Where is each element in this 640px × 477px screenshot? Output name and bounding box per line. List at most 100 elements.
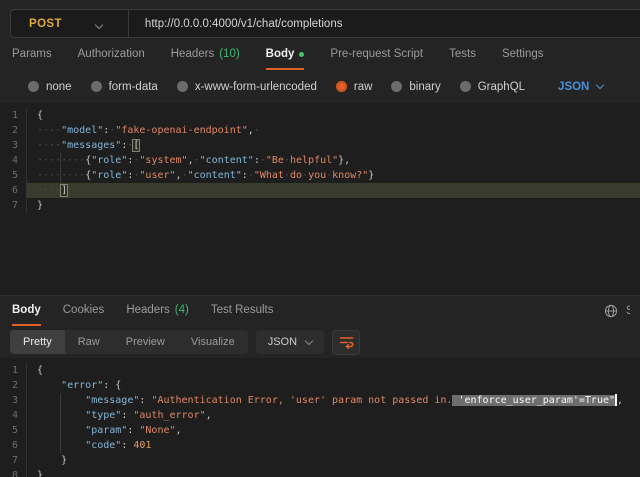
code-token: "What·do·you·know?" <box>254 170 368 181</box>
body-type-label: form-data <box>109 81 158 93</box>
body-type-binary[interactable]: binary <box>391 81 440 93</box>
indent-guide: ···· <box>37 183 61 198</box>
request-tab-settings[interactable]: Settings <box>502 40 544 70</box>
code-token: } <box>368 170 374 181</box>
code-token: "message" <box>85 395 139 406</box>
code-line[interactable]: 3····"messages":·[ <box>0 138 640 153</box>
code-token: "role" <box>91 155 127 166</box>
code-token: ,· <box>248 125 260 136</box>
request-tab-body[interactable]: Body <box>266 40 305 70</box>
body-type-raw[interactable]: raw <box>336 81 373 93</box>
request-body-editor[interactable]: 1{2····"model":·"fake-openai-endpoint",·… <box>0 103 640 295</box>
request-tab-pre-request-script[interactable]: Pre-request Script <box>330 40 423 70</box>
code-line[interactable]: 2 "error": { <box>0 378 640 393</box>
indent-guide <box>37 378 61 393</box>
line-content: ····"model":·"fake-openai-endpoint",· <box>27 123 640 138</box>
response-view-pretty[interactable]: Pretty <box>10 330 65 354</box>
code-token: :· <box>254 155 266 166</box>
code-token: ,· <box>176 170 188 181</box>
code-line[interactable]: 2····"model":·"fake-openai-endpoint",· <box>0 123 640 138</box>
code-token: "role" <box>91 170 127 181</box>
request-tab-headers[interactable]: Headers (10) <box>171 40 240 70</box>
line-number: 1 <box>0 108 27 123</box>
globe-icon[interactable] <box>604 304 618 318</box>
code-token: "system" <box>139 155 187 166</box>
radio-icon <box>391 81 402 92</box>
body-type-label: raw <box>354 81 373 93</box>
raw-language-dropdown[interactable]: JSON <box>558 81 603 93</box>
response-toolbar: PrettyRawPreviewVisualize JSON <box>0 326 640 358</box>
line-content: ····"messages":·[ <box>27 138 640 153</box>
method-selector[interactable]: POST <box>11 18 62 30</box>
indent-guide <box>60 408 85 423</box>
indent-guide <box>60 393 85 408</box>
code-line[interactable]: 1{ <box>0 108 640 123</box>
body-type-graphql[interactable]: GraphQL <box>460 81 525 93</box>
response-tab-count-badge: (4) <box>175 304 189 316</box>
response-language-dropdown[interactable]: JSON <box>256 330 324 354</box>
indent-guide <box>60 423 85 438</box>
code-line[interactable]: 7 } <box>0 453 640 468</box>
code-token: "fake-openai-endpoint" <box>115 125 247 136</box>
code-token: "error" <box>61 380 103 391</box>
method-chevron-down-icon[interactable] <box>96 15 102 33</box>
code-line[interactable]: 4········{"role":·"system",·"content":·"… <box>0 153 640 168</box>
line-content: "type": "auth_error", <box>27 408 640 423</box>
request-tab-count-badge: (10) <box>219 48 239 60</box>
response-view-preview[interactable]: Preview <box>113 330 178 354</box>
response-tab-test-results[interactable]: Test Results <box>211 296 274 326</box>
code-token: "content" <box>188 170 242 181</box>
code-token: :· <box>127 155 139 166</box>
code-line[interactable]: 8} <box>0 468 640 477</box>
url-input[interactable]: http://0.0.0.0:4000/v1/chat/completions <box>129 18 343 30</box>
request-tab-authorization[interactable]: Authorization <box>78 40 145 70</box>
chevron-down-icon <box>596 81 604 89</box>
response-body-editor[interactable]: 1{2 "error": {3 "message": "Authenticati… <box>0 358 640 477</box>
code-line[interactable]: 5 "param": "None", <box>0 423 640 438</box>
indent-guide <box>37 423 61 438</box>
response-tab-headers[interactable]: Headers(4) <box>126 296 189 326</box>
clipped-status-label: S <box>626 305 630 317</box>
line-content: ········{"role":·"system",·"content":·"B… <box>27 153 640 168</box>
code-token: "content" <box>200 155 254 166</box>
line-content: "code": 401 <box>27 438 640 453</box>
unsaved-changes-dot-icon <box>299 52 304 57</box>
wrap-lines-button[interactable] <box>332 330 360 355</box>
code-token: 401 <box>133 440 151 451</box>
body-type-none[interactable]: none <box>28 81 72 93</box>
request-tab-label: Settings <box>502 48 544 60</box>
wrap-lines-icon <box>339 336 354 349</box>
code-line[interactable]: 5········{"role":·"user",·"content":·"Wh… <box>0 168 640 183</box>
response-tabs: S Body Cookies Headers(4) Test Results <box>0 295 640 326</box>
code-token: "None" <box>139 425 175 436</box>
response-view-raw[interactable]: Raw <box>65 330 113 354</box>
line-number: 2 <box>0 378 27 393</box>
request-tab-params[interactable]: Params <box>12 40 52 70</box>
code-token: 'enforce_user_param'=True" <box>452 395 615 406</box>
code-token: : <box>121 440 133 451</box>
line-content: } <box>27 468 640 477</box>
response-language-label: JSON <box>268 336 297 348</box>
code-line[interactable]: 6 "code": 401 <box>0 438 640 453</box>
response-view-switcher: PrettyRawPreviewVisualize <box>10 330 248 354</box>
body-type-label: GraphQL <box>478 81 525 93</box>
response-tab-body[interactable]: Body <box>12 296 41 326</box>
response-view-visualize[interactable]: Visualize <box>178 330 248 354</box>
code-line[interactable]: 3 "message": "Authentication Error, 'use… <box>0 393 640 408</box>
code-line[interactable]: 6····] <box>0 183 640 198</box>
radio-icon <box>336 81 347 92</box>
code-line[interactable]: 1{ <box>0 363 640 378</box>
code-token: "user" <box>139 170 175 181</box>
response-tab-cookies[interactable]: Cookies <box>63 296 105 326</box>
indent-guide: ···· <box>60 153 85 168</box>
line-number: 3 <box>0 393 27 408</box>
code-token: , <box>617 395 623 406</box>
request-tab-label: Headers <box>171 48 214 60</box>
request-tab-tests[interactable]: Tests <box>449 40 476 70</box>
indent-guide <box>37 438 61 453</box>
code-token: : <box>121 410 133 421</box>
code-line[interactable]: 4 "type": "auth_error", <box>0 408 640 423</box>
code-line[interactable]: 7} <box>0 198 640 213</box>
body-type-x-www-form-urlencoded[interactable]: x-www-form-urlencoded <box>177 81 317 93</box>
body-type-form-data[interactable]: form-data <box>91 81 158 93</box>
